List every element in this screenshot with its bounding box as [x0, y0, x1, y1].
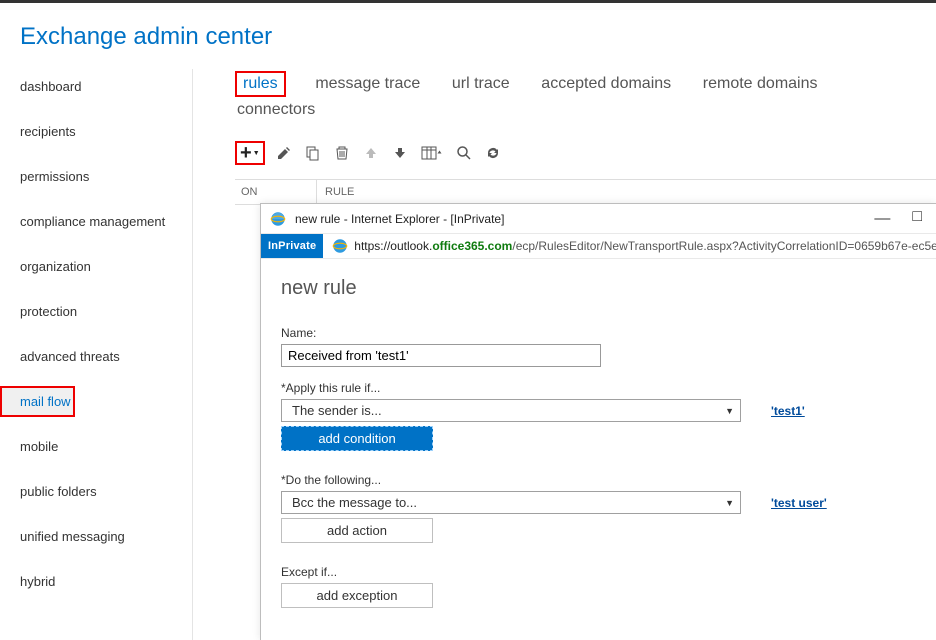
dropdown-caret-icon: ▼: [253, 150, 260, 157]
app-title: Exchange admin center: [20, 23, 936, 51]
url-host: office365.com: [432, 239, 512, 253]
search-button[interactable]: [454, 143, 474, 163]
tab-connectors[interactable]: connectors: [235, 97, 317, 123]
window-titlebar[interactable]: new rule - Internet Explorer - [InPrivat…: [261, 204, 936, 233]
sidebar-item-mobile[interactable]: mobile: [0, 431, 192, 462]
sidebar-item-protection[interactable]: protection: [0, 296, 192, 327]
do-following-label: *Do the following...: [281, 473, 916, 487]
url-field[interactable]: https://outlook.office365.com/ecp/RulesE…: [354, 235, 936, 257]
header: Exchange admin center: [0, 3, 936, 69]
dialog-body: new rule Name: *Apply this rule if... Th…: [261, 259, 936, 608]
move-up-button[interactable]: [361, 143, 381, 163]
tab-accepted-domains[interactable]: accepted domains: [539, 71, 673, 97]
maximize-button[interactable]: □: [904, 208, 930, 229]
toolbar: + ▼: [193, 141, 936, 173]
rules-table-header: ON RULE: [235, 179, 936, 205]
edit-button[interactable]: [274, 143, 294, 163]
window-title: new rule - Internet Explorer - [InPrivat…: [295, 212, 860, 226]
minimize-button[interactable]: —: [866, 210, 898, 228]
dialog-heading: new rule: [281, 277, 916, 300]
column-header-rule[interactable]: RULE: [317, 180, 936, 204]
sidebar-item-hybrid[interactable]: hybrid: [0, 566, 192, 597]
sidebar-item-public-folders[interactable]: public folders: [0, 476, 192, 507]
add-action-button[interactable]: add action: [281, 518, 433, 543]
trash-icon: [334, 145, 350, 161]
url-prefix: https://outlook.: [354, 239, 432, 253]
tab-remote-domains[interactable]: remote domains: [701, 71, 820, 97]
plus-icon: +: [240, 143, 252, 163]
name-input[interactable]: [281, 344, 601, 367]
sidebar-item-mail-flow[interactable]: mail flow: [0, 386, 75, 417]
ie-icon: [331, 237, 349, 255]
name-label: Name:: [281, 326, 916, 340]
sidebar-item-dashboard[interactable]: dashboard: [0, 71, 192, 102]
address-bar: InPrivate https://outlook.office365.com/…: [261, 233, 936, 259]
sidebar-nav: dashboard recipients permissions complia…: [0, 69, 193, 640]
url-rest: /ecp/RulesEditor/NewTransportRule.aspx?A…: [512, 239, 936, 253]
copy-icon: [305, 145, 321, 161]
arrow-up-icon: [364, 146, 378, 160]
new-rule-window: new rule - Internet Explorer - [InPrivat…: [260, 203, 936, 640]
do-following-select-value: Bcc the message to...: [292, 495, 417, 510]
inprivate-badge: InPrivate: [261, 234, 323, 258]
copy-button[interactable]: [303, 143, 323, 163]
chevron-down-icon: ▼: [725, 498, 734, 508]
sidebar-item-permissions[interactable]: permissions: [0, 161, 192, 192]
delete-button[interactable]: [332, 143, 352, 163]
do-following-select[interactable]: Bcc the message to... ▼: [281, 491, 741, 514]
tab-url-trace[interactable]: url trace: [450, 71, 512, 97]
apply-if-select[interactable]: The sender is... ▼: [281, 399, 741, 422]
move-down-button[interactable]: [390, 143, 410, 163]
do-following-target-link[interactable]: 'test user': [771, 496, 827, 510]
sidebar-item-recipients[interactable]: recipients: [0, 116, 192, 147]
sidebar-item-organization[interactable]: organization: [0, 251, 192, 282]
except-if-label: Except if...: [281, 565, 916, 579]
new-button[interactable]: + ▼: [235, 141, 265, 165]
sidebar-item-advanced-threats[interactable]: advanced threats: [0, 341, 192, 372]
add-condition-button[interactable]: add condition: [281, 426, 433, 451]
apply-if-label: *Apply this rule if...: [281, 381, 916, 395]
tabs-bar: rules message trace url trace accepted d…: [193, 71, 936, 141]
ie-icon: [269, 210, 287, 228]
apply-if-select-value: The sender is...: [292, 403, 382, 418]
columns-button[interactable]: [419, 143, 445, 163]
column-header-on[interactable]: ON: [235, 180, 317, 204]
sidebar-item-compliance[interactable]: compliance management: [0, 206, 192, 237]
apply-if-target-link[interactable]: 'test1': [771, 404, 805, 418]
search-icon: [456, 145, 472, 161]
tab-rules[interactable]: rules: [235, 71, 286, 97]
arrow-down-icon: [393, 146, 407, 160]
columns-icon: [421, 145, 443, 161]
refresh-icon: [485, 145, 501, 161]
add-exception-button[interactable]: add exception: [281, 583, 433, 608]
sidebar-item-unified-messaging[interactable]: unified messaging: [0, 521, 192, 552]
tab-message-trace[interactable]: message trace: [313, 71, 422, 97]
chevron-down-icon: ▼: [725, 406, 734, 416]
refresh-button[interactable]: [483, 143, 503, 163]
pencil-icon: [276, 145, 292, 161]
